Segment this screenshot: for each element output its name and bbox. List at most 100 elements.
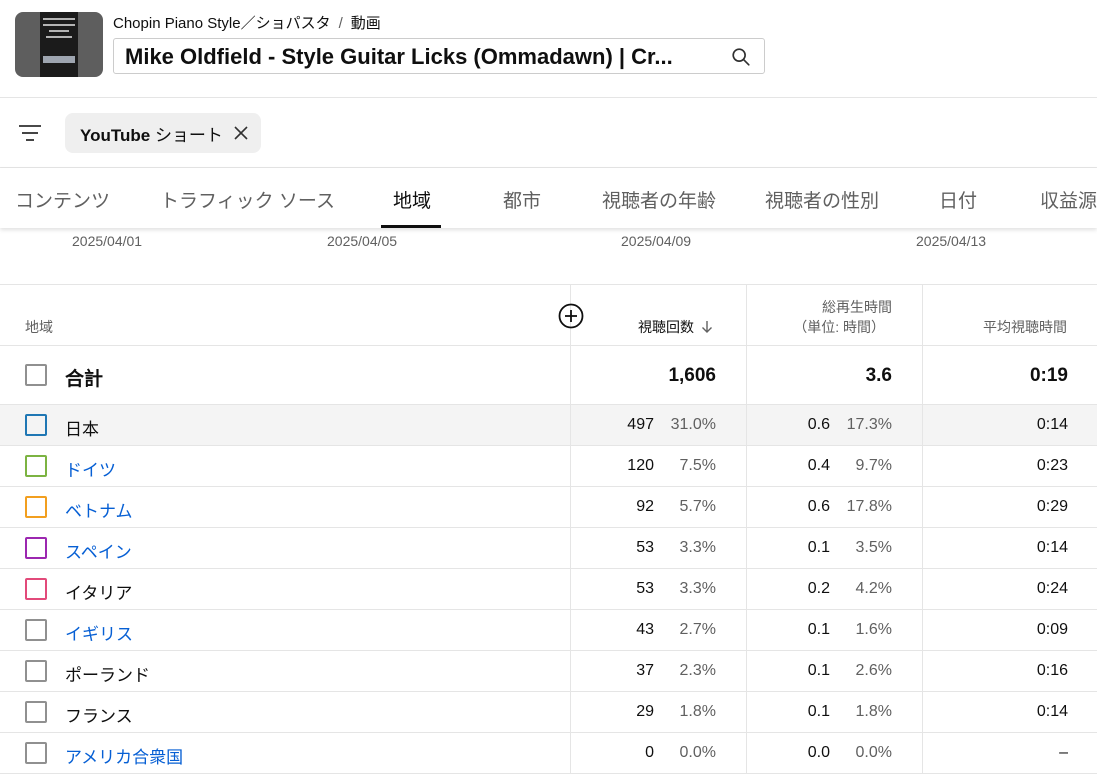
tab-geography[interactable]: 地域 [393, 186, 431, 213]
avg-duration-value: 0:29 [1036, 498, 1068, 515]
column-header-watch-time-unit: （単位: 時間） [793, 319, 885, 335]
row-checkbox[interactable] [25, 619, 47, 641]
region-name[interactable]: イギリス [65, 620, 133, 645]
geography-table: 地域 視聴回数 総再生時間 （単位: 時間） 平均視聴時間 合計 1,606 3… [0, 284, 1097, 774]
total-views: 1,606 [668, 365, 716, 386]
thumbnail-art [40, 12, 78, 77]
add-metric-icon[interactable] [558, 303, 584, 329]
column-header-avg-view-duration[interactable]: 平均視聴時間 [983, 317, 1067, 337]
watch-time-percent: 4.2% [855, 580, 892, 597]
watch-time-value: 0.0 [807, 744, 830, 761]
table-row[interactable]: ベトナム 92 5.7% 0.6 17.8% 0:29 [0, 487, 1097, 528]
views-percent: 1.8% [679, 703, 716, 720]
row-checkbox[interactable] [25, 660, 47, 682]
total-avg-duration: 0:19 [1029, 365, 1068, 386]
watch-time-percent: 0.0% [855, 744, 892, 761]
tab-viewer-age[interactable]: 視聴者の年齢 [602, 186, 716, 213]
region-name: イタリア [65, 584, 133, 603]
region-name[interactable]: アメリカ合衆国 [65, 743, 183, 768]
filter-chip-label: YouTube ショート [80, 125, 223, 145]
watch-time-percent: 17.8% [846, 498, 892, 515]
region-name[interactable]: スペイン [65, 538, 132, 563]
table-row[interactable]: スペイン 53 3.3% 0.1 3.5% 0:14 [0, 528, 1097, 569]
table-header: 地域 視聴回数 総再生時間 （単位: 時間） 平均視聴時間 [0, 285, 1097, 346]
column-header-watch-time[interactable]: 総再生時間 [822, 297, 892, 317]
watch-time-value: 0.4 [807, 457, 830, 474]
table-row[interactable]: イタリア 53 3.3% 0.2 4.2% 0:24 [0, 569, 1097, 610]
watch-time-value: 0.1 [807, 662, 830, 679]
total-checkbox[interactable] [25, 364, 47, 386]
views-value: 37 [636, 662, 654, 679]
tab-viewer-gender[interactable]: 視聴者の性別 [765, 186, 879, 213]
views-percent: 31.0% [670, 416, 716, 433]
watch-time-value: 0.2 [807, 580, 830, 597]
watch-time-percent: 9.7% [855, 457, 892, 474]
views-percent: 0.0% [679, 744, 716, 761]
date-axis-label: 2025/04/13 [916, 233, 987, 249]
table-row[interactable]: ポーランド 37 2.3% 0.1 2.6% 0:16 [0, 651, 1097, 692]
table-row[interactable]: アメリカ合衆国 0 0.0% 0.0 0.0% – [0, 733, 1097, 774]
video-header: Chopin Piano Style／ショパスタ / 動画 Mike Oldfiel… [0, 0, 1097, 98]
filter-icon[interactable] [18, 121, 42, 145]
region-name: 日本 [65, 420, 99, 439]
video-title: Mike Oldfield - Style Guitar Licks (Omma… [125, 44, 673, 69]
views-percent: 2.7% [679, 621, 716, 638]
tab-revenue-source[interactable]: 収益源 [1040, 186, 1097, 213]
active-tab-indicator [381, 225, 441, 228]
video-thumbnail[interactable] [15, 12, 103, 77]
column-header-region: 地域 [25, 319, 53, 335]
table-row[interactable]: フランス 29 1.8% 0.1 1.8% 0:14 [0, 692, 1097, 733]
watch-time-percent: 1.6% [855, 621, 892, 638]
tab-cities[interactable]: 都市 [503, 186, 541, 213]
avg-duration-value: 0:14 [1036, 703, 1068, 720]
watch-time-value: 0.6 [807, 416, 830, 433]
search-icon[interactable] [730, 46, 752, 68]
row-checkbox[interactable] [25, 496, 47, 518]
close-icon[interactable] [233, 125, 249, 141]
watch-time-value: 0.1 [807, 539, 830, 556]
row-checkbox[interactable] [25, 537, 47, 559]
region-name: フランス [65, 707, 133, 726]
views-value: 53 [636, 539, 654, 556]
watch-time-value: 0.1 [807, 703, 830, 720]
filter-bar: YouTube ショート [0, 98, 1097, 168]
table-row[interactable]: ドイツ 120 7.5% 0.4 9.7% 0:23 [0, 446, 1097, 487]
sort-down-icon[interactable] [700, 320, 714, 334]
views-value: 92 [636, 498, 654, 515]
region-name[interactable]: ベトナム [65, 497, 133, 522]
tab-date[interactable]: 日付 [939, 186, 977, 213]
avg-duration-value: 0:14 [1036, 416, 1068, 433]
tab-content[interactable]: コンテンツ [15, 186, 110, 213]
table-row[interactable]: 日本 497 31.0% 0.6 17.3% 0:14 [0, 405, 1097, 446]
breadcrumb: Chopin Piano Style／ショパスタ / 動画 [113, 12, 381, 33]
date-axis-label: 2025/04/09 [621, 233, 692, 249]
table-row[interactable]: イギリス 43 2.7% 0.1 1.6% 0:09 [0, 610, 1097, 651]
breadcrumb-channel[interactable]: Chopin Piano Style／ショパスタ [113, 15, 331, 32]
row-checkbox[interactable] [25, 701, 47, 723]
region-name[interactable]: ドイツ [65, 456, 116, 481]
views-percent: 7.5% [679, 457, 716, 474]
watch-time-percent: 1.8% [855, 703, 892, 720]
date-axis-label: 2025/04/01 [72, 233, 143, 249]
column-header-views[interactable]: 視聴回数 [638, 317, 714, 337]
views-value: 53 [636, 580, 654, 597]
watch-time-value: 0.6 [807, 498, 830, 515]
breadcrumb-separator: / [338, 15, 343, 32]
views-value: 120 [627, 457, 654, 474]
row-checkbox[interactable] [25, 578, 47, 600]
total-watch-time: 3.6 [865, 365, 892, 386]
breadcrumb-section[interactable]: 動画 [351, 15, 381, 32]
avg-duration-value: 0:24 [1036, 580, 1068, 597]
watch-time-percent: 17.3% [846, 416, 892, 433]
tab-traffic-source[interactable]: トラフィック ソース [160, 186, 335, 213]
views-percent: 3.3% [679, 580, 716, 597]
region-name: ポーランド [65, 666, 150, 685]
row-checkbox[interactable] [25, 455, 47, 477]
watch-time-value: 0.1 [807, 621, 830, 638]
total-label: 合計 [65, 369, 104, 390]
filter-chip-youtube-shorts[interactable]: YouTube ショート [65, 113, 261, 153]
table-row-total: 合計 1,606 3.6 0:19 [0, 346, 1097, 405]
video-selector[interactable]: Mike Oldfield - Style Guitar Licks (Omma… [113, 38, 765, 74]
row-checkbox[interactable] [25, 414, 47, 436]
row-checkbox[interactable] [25, 742, 47, 764]
